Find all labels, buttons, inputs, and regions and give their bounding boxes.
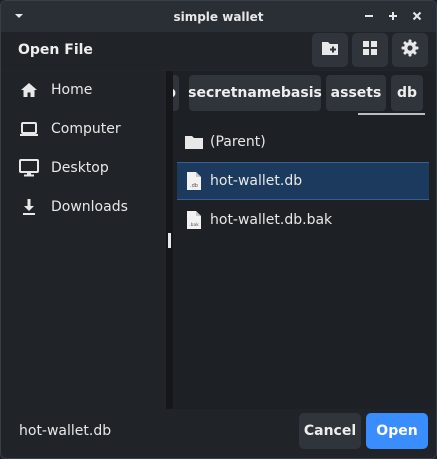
window-title: simple wallet <box>173 9 264 24</box>
monitor-icon <box>18 157 40 179</box>
download-icon <box>18 196 40 218</box>
dialog-header: Open File <box>1 32 436 70</box>
new-folder-button[interactable] <box>312 33 348 67</box>
open-button[interactable]: Open <box>366 413 428 449</box>
view-toggle-button[interactable] <box>352 33 388 67</box>
laptop-icon <box>18 118 40 140</box>
file-db-icon: .db <box>184 170 204 192</box>
close-icon[interactable] <box>410 8 424 24</box>
title-bar[interactable]: simple wallet <box>1 1 436 32</box>
breadcrumb-item-db[interactable]: db <box>391 75 423 111</box>
file-row-hot-wallet-db-bak[interactable]: .bak hot-wallet.db.bak <box>177 201 429 239</box>
dialog-title: Open File <box>18 42 93 58</box>
folder-icon <box>184 131 204 153</box>
file-dialog-window: simple wallet Open File Home Computer De… <box>0 0 437 459</box>
breadcrumb: b secretnamebasis assets db <box>173 73 436 113</box>
sidebar-item-label: Computer <box>51 121 121 137</box>
sidebar-item-label: Home <box>51 82 93 98</box>
file-row-hot-wallet-db[interactable]: .db hot-wallet.db <box>177 162 429 200</box>
minimize-icon[interactable] <box>362 8 376 24</box>
settings-button[interactable] <box>392 33 428 67</box>
maximize-icon[interactable] <box>386 8 400 24</box>
home-icon <box>18 79 40 101</box>
breadcrumb-item-secretnamebasis[interactable]: secretnamebasis <box>188 75 322 111</box>
gear-icon <box>401 39 419 61</box>
grid-icon <box>362 40 378 60</box>
file-name: (Parent) <box>210 134 266 150</box>
file-name: hot-wallet.db <box>210 173 303 189</box>
selected-filename: hot-wallet.db <box>19 423 112 439</box>
sidebar-item-home[interactable]: Home <box>1 71 165 109</box>
file-name: hot-wallet.db.bak <box>210 212 333 228</box>
file-row-parent[interactable]: (Parent) <box>177 123 429 161</box>
active-breadcrumb-indicator <box>358 113 425 115</box>
cancel-button[interactable]: Cancel <box>299 413 361 449</box>
dialog-footer: hot-wallet.db Cancel Open <box>1 409 436 458</box>
breadcrumb-item-assets[interactable]: assets <box>326 75 386 111</box>
sidebar-item-desktop[interactable]: Desktop <box>1 149 165 187</box>
file-badge: .db <box>190 183 198 189</box>
file-browser-pane <box>173 71 436 409</box>
sidebar-item-label: Desktop <box>51 160 109 176</box>
sidebar-resize-handle[interactable] <box>168 233 171 248</box>
chevron-down-icon[interactable] <box>13 10 25 22</box>
file-bak-icon: .bak <box>184 209 204 231</box>
places-sidebar: Home Computer Desktop Downloads <box>1 71 165 409</box>
breadcrumb-item-b[interactable]: b <box>173 75 179 111</box>
sidebar-item-computer[interactable]: Computer <box>1 110 165 148</box>
folder-plus-icon <box>321 40 339 60</box>
sidebar-item-downloads[interactable]: Downloads <box>1 188 165 226</box>
file-badge: .bak <box>189 222 199 228</box>
sidebar-item-label: Downloads <box>51 199 128 215</box>
